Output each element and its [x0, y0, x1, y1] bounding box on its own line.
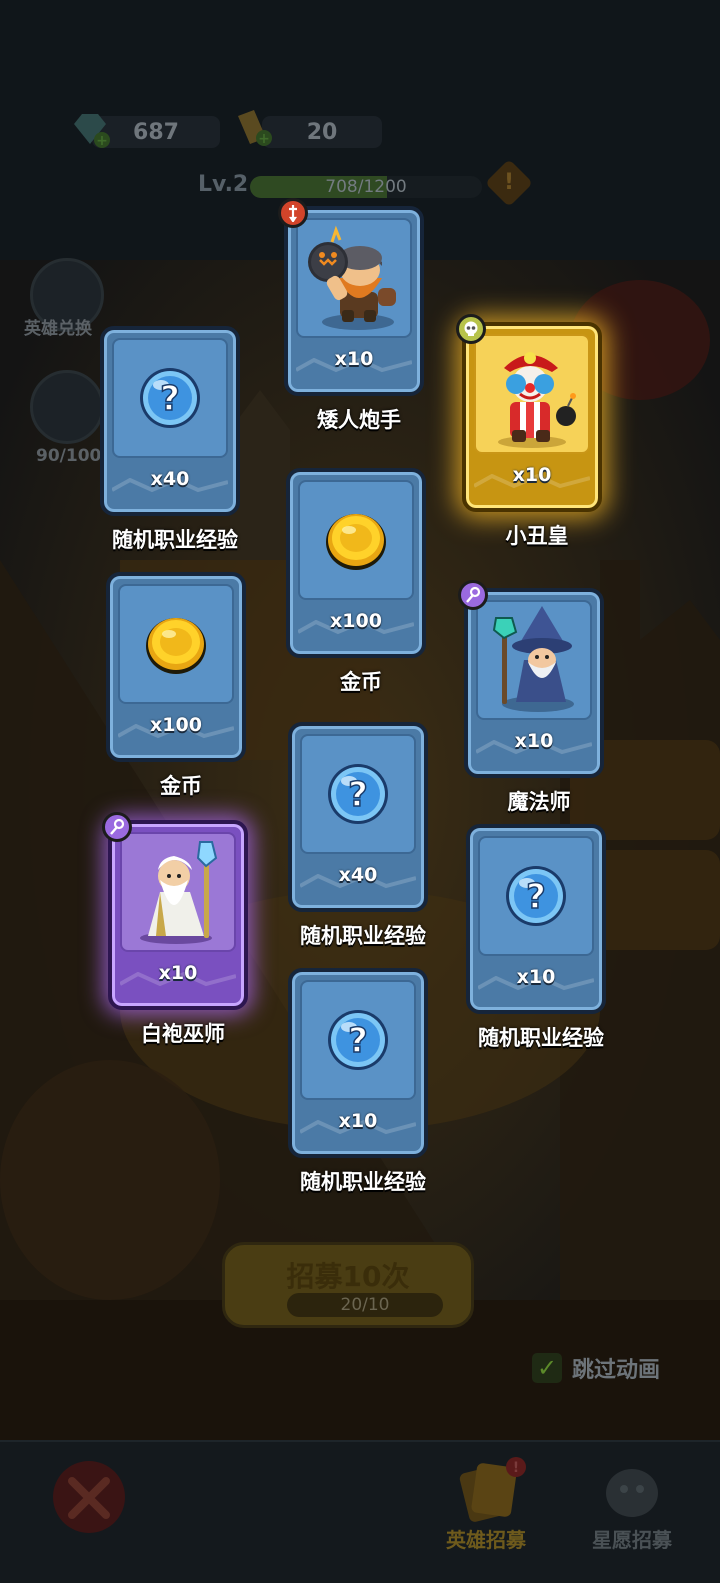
reward-quantity: x100	[150, 714, 202, 736]
skull-class-icon	[456, 314, 486, 344]
reward-card-frame: x10	[278, 198, 424, 396]
checkbox-checked-icon[interactable]: ✓	[532, 1353, 562, 1383]
question-orb-icon: ?	[112, 338, 228, 458]
reward-quantity: x10	[338, 1110, 378, 1132]
reward-name: 金币	[340, 670, 382, 694]
reward-name: 白袍巫师	[141, 1022, 225, 1046]
wizard-icon	[476, 600, 592, 720]
svg-text:?: ?	[160, 379, 180, 419]
reward-card-clown-king[interactable]: x10 小丑皇	[456, 314, 612, 548]
reward-card-dwarf-gunner[interactable]: x10 矮人炮手	[278, 198, 434, 432]
skip-animation-toggle[interactable]: ✓ 跳过动画	[532, 1352, 660, 1384]
reward-card-question-orb[interactable]: ? x40 随机职业经验	[288, 722, 438, 948]
reward-name: 随机职业经验	[300, 1170, 426, 1194]
recruit-cost: 20/10	[287, 1293, 443, 1317]
hero-recruit-tab[interactable]: ! 英雄招募	[426, 1455, 546, 1565]
gem-count: 687	[133, 119, 179, 145]
hero-recruit-icon: !	[459, 1457, 526, 1522]
reward-name: 随机职业经验	[478, 1026, 604, 1050]
reward-card-gold-coin[interactable]: x100 金币	[286, 468, 436, 694]
reward-card-frame: x10	[102, 812, 248, 1010]
warrior-class-icon	[278, 198, 308, 228]
svg-text:+: +	[96, 133, 108, 149]
question-orb-icon: ?	[300, 980, 416, 1100]
wish-recruit-label: 星愿招募	[592, 1528, 672, 1552]
question-orb-icon: ?	[300, 734, 416, 854]
level-label: Lv.2	[198, 172, 249, 197]
reward-name: 魔法师	[507, 790, 571, 814]
svg-text:?: ?	[348, 1021, 368, 1061]
reward-quantity: x10	[334, 348, 374, 370]
hero-recruit-label: 英雄招募	[446, 1528, 526, 1552]
reward-name: 小丑皇	[505, 524, 569, 548]
reward-card-frame: ? x40	[100, 326, 240, 516]
clown-king-icon	[474, 334, 590, 454]
reward-card-question-orb[interactable]: ? x10 随机职业经验	[466, 824, 616, 1050]
svg-text:?: ?	[526, 877, 546, 917]
reward-card-frame: x10	[458, 580, 604, 778]
reward-quantity: x10	[158, 962, 198, 984]
reward-card-frame: x100	[286, 468, 426, 658]
ticket-plus-icon[interactable]: +	[230, 108, 274, 148]
reward-quantity: x40	[150, 468, 190, 490]
hero-exchange-label: 英雄兑换	[24, 319, 92, 339]
star-progress-label: 90/100	[36, 446, 102, 466]
xp-text: 708/1200	[325, 177, 407, 197]
svg-text:+: +	[258, 131, 270, 147]
mage-class-icon	[102, 812, 132, 842]
reward-card-gold-coin[interactable]: x100 金币	[106, 572, 256, 798]
crossed-swords-icon	[53, 1461, 125, 1533]
mage-class-icon	[458, 580, 488, 610]
reward-card-frame: ? x10	[288, 968, 428, 1158]
alert-icon[interactable]: !	[484, 158, 534, 208]
wish-recruit-tab[interactable]: 星愿招募	[572, 1455, 692, 1565]
gold-coin-icon	[118, 584, 234, 704]
reward-card-question-orb[interactable]: ? x40 随机职业经验	[100, 326, 250, 552]
wish-recruit-icon	[606, 1469, 658, 1517]
reward-quantity: x10	[512, 464, 552, 486]
svg-text:?: ?	[348, 775, 368, 815]
xp-bar: 708/1200	[250, 176, 482, 198]
reward-quantity: x10	[516, 966, 556, 988]
reward-card-question-orb[interactable]: ? x10 随机职业经验	[288, 968, 438, 1194]
reward-card-frame: x100	[106, 572, 246, 762]
question-orb-icon: ?	[478, 836, 594, 956]
reward-card-frame: ? x10	[466, 824, 606, 1014]
skip-animation-label: 跳过动画	[572, 1358, 661, 1383]
reward-name: 矮人炮手	[317, 408, 401, 432]
reward-name: 随机职业经验	[300, 924, 426, 948]
recruit-10-button[interactable]: 招募10次 20/10	[222, 1242, 474, 1328]
reward-quantity: x40	[338, 864, 378, 886]
recruit-10-label: 招募10次	[286, 1260, 410, 1293]
svg-text:!: !	[513, 1460, 519, 1476]
ticket-count: 20	[306, 119, 338, 145]
white-wizard-icon	[120, 832, 236, 952]
gem-plus-icon[interactable]: +	[68, 110, 112, 150]
star-progress-button[interactable]	[30, 370, 104, 444]
reward-quantity: x10	[514, 730, 554, 752]
reward-card-frame: ? x40	[288, 722, 428, 912]
reward-name: 随机职业经验	[112, 528, 238, 552]
reward-card-frame: x10	[456, 314, 602, 512]
reward-card-white-wizard[interactable]: x10 白袍巫师	[102, 812, 258, 1046]
close-nav-button[interactable]	[34, 1455, 154, 1565]
reward-card-wizard[interactable]: x10 魔法师	[458, 580, 614, 814]
reward-quantity: x100	[330, 610, 382, 632]
ticket-counter: 20	[262, 116, 382, 148]
reward-name: 金币	[160, 774, 202, 798]
dwarf-gunner-icon	[296, 218, 412, 338]
gold-coin-icon	[298, 480, 414, 600]
